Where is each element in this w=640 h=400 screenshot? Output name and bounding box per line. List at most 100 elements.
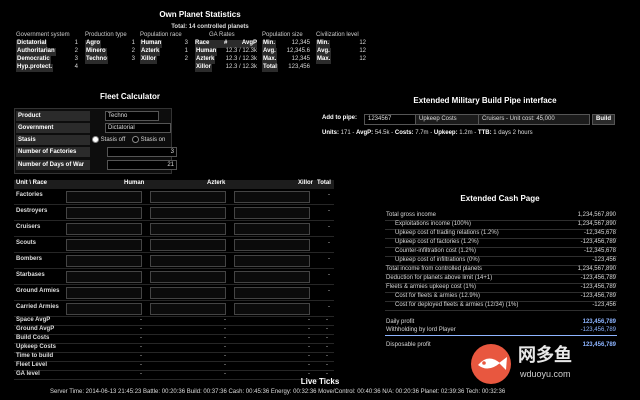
prod-column: Production type Agro 1 Minero 2 Techno 3 xyxy=(85,32,135,64)
government-select[interactable]: Dictatorial xyxy=(105,123,171,133)
race-row: Azterk 1 xyxy=(140,48,188,56)
pop-header: Population size xyxy=(262,32,303,38)
product-select[interactable]: Techno xyxy=(105,111,159,121)
total-value: - xyxy=(328,288,330,294)
azterk-input[interactable] xyxy=(150,191,226,203)
pipe-sort-select[interactable]: Upkeep Costs xyxy=(415,114,479,125)
human-input[interactable] xyxy=(66,287,142,299)
xillor-input[interactable] xyxy=(234,255,310,267)
azterk-input[interactable] xyxy=(150,207,226,219)
xillor-input[interactable] xyxy=(234,239,310,251)
days-input[interactable]: 21 xyxy=(107,160,177,170)
xillor-input[interactable] xyxy=(234,303,310,315)
human-input[interactable] xyxy=(66,255,142,267)
civ-label: Max. xyxy=(316,56,332,64)
pop-value: 12,345.6 xyxy=(286,48,310,54)
total-value: - xyxy=(328,256,330,262)
upkeep-label: Upkeep: xyxy=(433,130,458,136)
ga-header: GA Rates xyxy=(209,32,235,38)
radio-checked-icon xyxy=(92,136,99,143)
fleet-row-label: Ground Armies xyxy=(16,288,60,294)
azterk-input[interactable] xyxy=(150,287,226,299)
fleet-stat-label: Fleet Level xyxy=(16,362,48,368)
ga-value: 12.3 / 12.3k xyxy=(225,48,257,54)
azterk-input[interactable] xyxy=(150,271,226,283)
total-value: - xyxy=(328,208,330,214)
daily-profit-row: Daily profit 123,456,789 xyxy=(385,319,617,327)
total-value: - xyxy=(328,304,330,310)
ga-col-race: Race xyxy=(195,40,210,46)
fleet-row-label: Starbases xyxy=(16,272,45,278)
daily-profit-label: Daily profit xyxy=(386,319,415,325)
civ-label: Avg. xyxy=(316,48,331,56)
days-label: Number of Days of War xyxy=(16,160,90,170)
azterk-input[interactable] xyxy=(150,303,226,315)
gov-name: Dictatorial xyxy=(16,40,48,48)
gov-row: Democratic 3 xyxy=(16,56,78,64)
xillor-input[interactable] xyxy=(234,191,310,203)
civ-value: 12 xyxy=(359,56,366,62)
azterk-input[interactable] xyxy=(150,255,226,267)
azterk-stat: - xyxy=(224,344,226,350)
fleet-stat-row: Time to build - - - - xyxy=(14,353,334,362)
xillor-input[interactable] xyxy=(234,223,310,235)
xillor-input[interactable] xyxy=(234,271,310,283)
fleet-row: Factories - xyxy=(14,189,334,205)
human-input[interactable] xyxy=(66,207,142,219)
fleet-stat-label: Upkeep Costs xyxy=(16,344,57,350)
pop-value: 123,456 xyxy=(288,64,310,70)
total-stat: - xyxy=(326,317,328,323)
add-to-pipe-label: Add to pipe: xyxy=(322,115,357,121)
cash-row: Counter-infiltration cost (1.2%) -12,345,… xyxy=(385,248,617,257)
human-input[interactable] xyxy=(66,303,142,315)
human-input[interactable] xyxy=(66,271,142,283)
civ-row: Avg. 12 xyxy=(316,48,366,56)
cash-row-value: -123,456,789 xyxy=(580,239,616,245)
stasis-off-radio[interactable]: Stasis off xyxy=(92,136,125,144)
live-ticks-bar: Server Time: 2014-06-13 21:45:23 Battle:… xyxy=(50,389,506,395)
civ-column: Civilization level Min. 12 Avg. 12 Max. 12 xyxy=(316,32,366,64)
pop-value: 12,345 xyxy=(291,40,310,46)
fleet-row-label: Destroyers xyxy=(16,208,48,214)
cash-row-value: 1,234,567,890 xyxy=(577,212,616,218)
factories-input[interactable]: 3 xyxy=(107,147,177,157)
human-input[interactable] xyxy=(66,239,142,251)
stasis-on-radio[interactable]: Stasis on xyxy=(132,136,165,144)
ga-subheader: Race # AvgP xyxy=(195,40,257,48)
cash-row: Total gross income 1,234,567,890 xyxy=(385,212,617,221)
total-value: - xyxy=(328,192,330,198)
civ-header: Civilization level xyxy=(316,32,359,38)
azterk-input[interactable] xyxy=(150,223,226,235)
cash-row: Exploitations income (100%) 1,234,567,890 xyxy=(385,221,617,230)
civ-value: 12 xyxy=(359,40,366,46)
human-input[interactable] xyxy=(66,223,142,235)
cash-row-label: Total income from controlled planets xyxy=(386,266,483,272)
xillor-stat: - xyxy=(308,335,310,341)
prod-row: Minero 2 xyxy=(85,48,135,56)
fleet-row: Bombers - xyxy=(14,253,334,269)
product-row: Product Techno xyxy=(15,111,171,122)
build-button[interactable]: Build xyxy=(592,114,615,125)
fleet-stat-row: Build Costs - - - - xyxy=(14,335,334,344)
cash-row-label: Deduction for planets above limit (14+1) xyxy=(386,275,493,281)
xillor-stat: - xyxy=(308,344,310,350)
total-value: - xyxy=(328,272,330,278)
watermark-cn: 网多鱼 xyxy=(518,345,572,365)
fleet-stat-label: Ground AvgP xyxy=(16,326,55,332)
azterk-input[interactable] xyxy=(150,239,226,251)
gov-name: Hyp.protect. xyxy=(16,64,54,72)
azterk-stat: - xyxy=(224,353,226,359)
military-pipe-summary: Units: 171 - AvgP: 54.5k - Costs: 7.7m -… xyxy=(322,130,533,136)
human-input[interactable] xyxy=(66,191,142,203)
race-header: Population race xyxy=(140,32,182,38)
withholding-value: -123,456,789 xyxy=(580,327,616,333)
cash-row: Cost for fleets & armies (12.9%) -123,456… xyxy=(385,293,617,302)
human-stat: - xyxy=(140,326,142,332)
gov-count: 4 xyxy=(74,64,78,70)
cash-row-value: -123,456,789 xyxy=(580,275,616,281)
pipe-amount-input[interactable]: 1234567 xyxy=(364,114,416,125)
fleet-row: Carried Armies - xyxy=(14,301,334,317)
xillor-input[interactable] xyxy=(234,207,310,219)
pipe-unit-select[interactable]: Cruisers - Unit cost: 45,000 xyxy=(478,114,590,125)
xillor-input[interactable] xyxy=(234,287,310,299)
